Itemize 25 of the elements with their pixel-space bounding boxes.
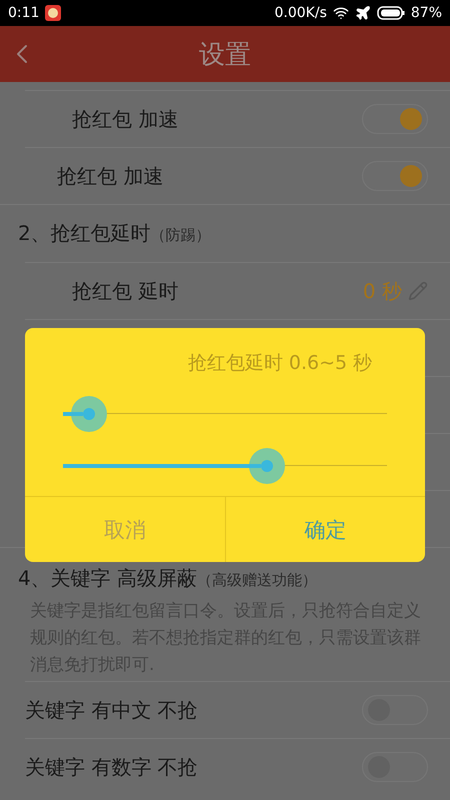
slider[interactable]: [63, 396, 387, 432]
slider-thumb[interactable]: [249, 448, 286, 484]
slider[interactable]: [63, 448, 387, 484]
toggle-switch[interactable]: [362, 104, 428, 134]
setting-label: 抢红包 加速: [72, 106, 180, 132]
cancel-button[interactable]: 取消: [25, 497, 224, 562]
setting-label: 抢红包 加速: [57, 162, 164, 190]
airplane-icon: [354, 5, 371, 21]
battery-level: 87%: [410, 5, 442, 21]
toggle-switch[interactable]: [362, 161, 428, 191]
wifi-icon: [332, 5, 349, 21]
slider-thumb[interactable]: [70, 396, 107, 432]
setting-label: 关键字 有中文 不抢: [25, 696, 199, 724]
app-icon: [45, 5, 62, 21]
section-heading: 4、关键字 高级屏蔽（高级赠送功能）: [18, 565, 318, 592]
section-heading: 2、抢红包延时（防踢）: [18, 220, 211, 247]
setting-label: 关键字 有数字 不抢: [25, 754, 199, 780]
dialog-title: 抢红包延时 0.6~5 秒: [188, 351, 372, 376]
setting-label: 抢红包 延时: [72, 278, 180, 304]
network-speed: 0.00K/s: [274, 5, 327, 21]
page-title: 设置: [199, 38, 251, 72]
clock: 0:11: [8, 5, 40, 21]
setting-value: 0 秒: [362, 278, 402, 304]
battery-icon: [376, 6, 405, 20]
confirm-button[interactable]: 确定: [224, 497, 425, 562]
